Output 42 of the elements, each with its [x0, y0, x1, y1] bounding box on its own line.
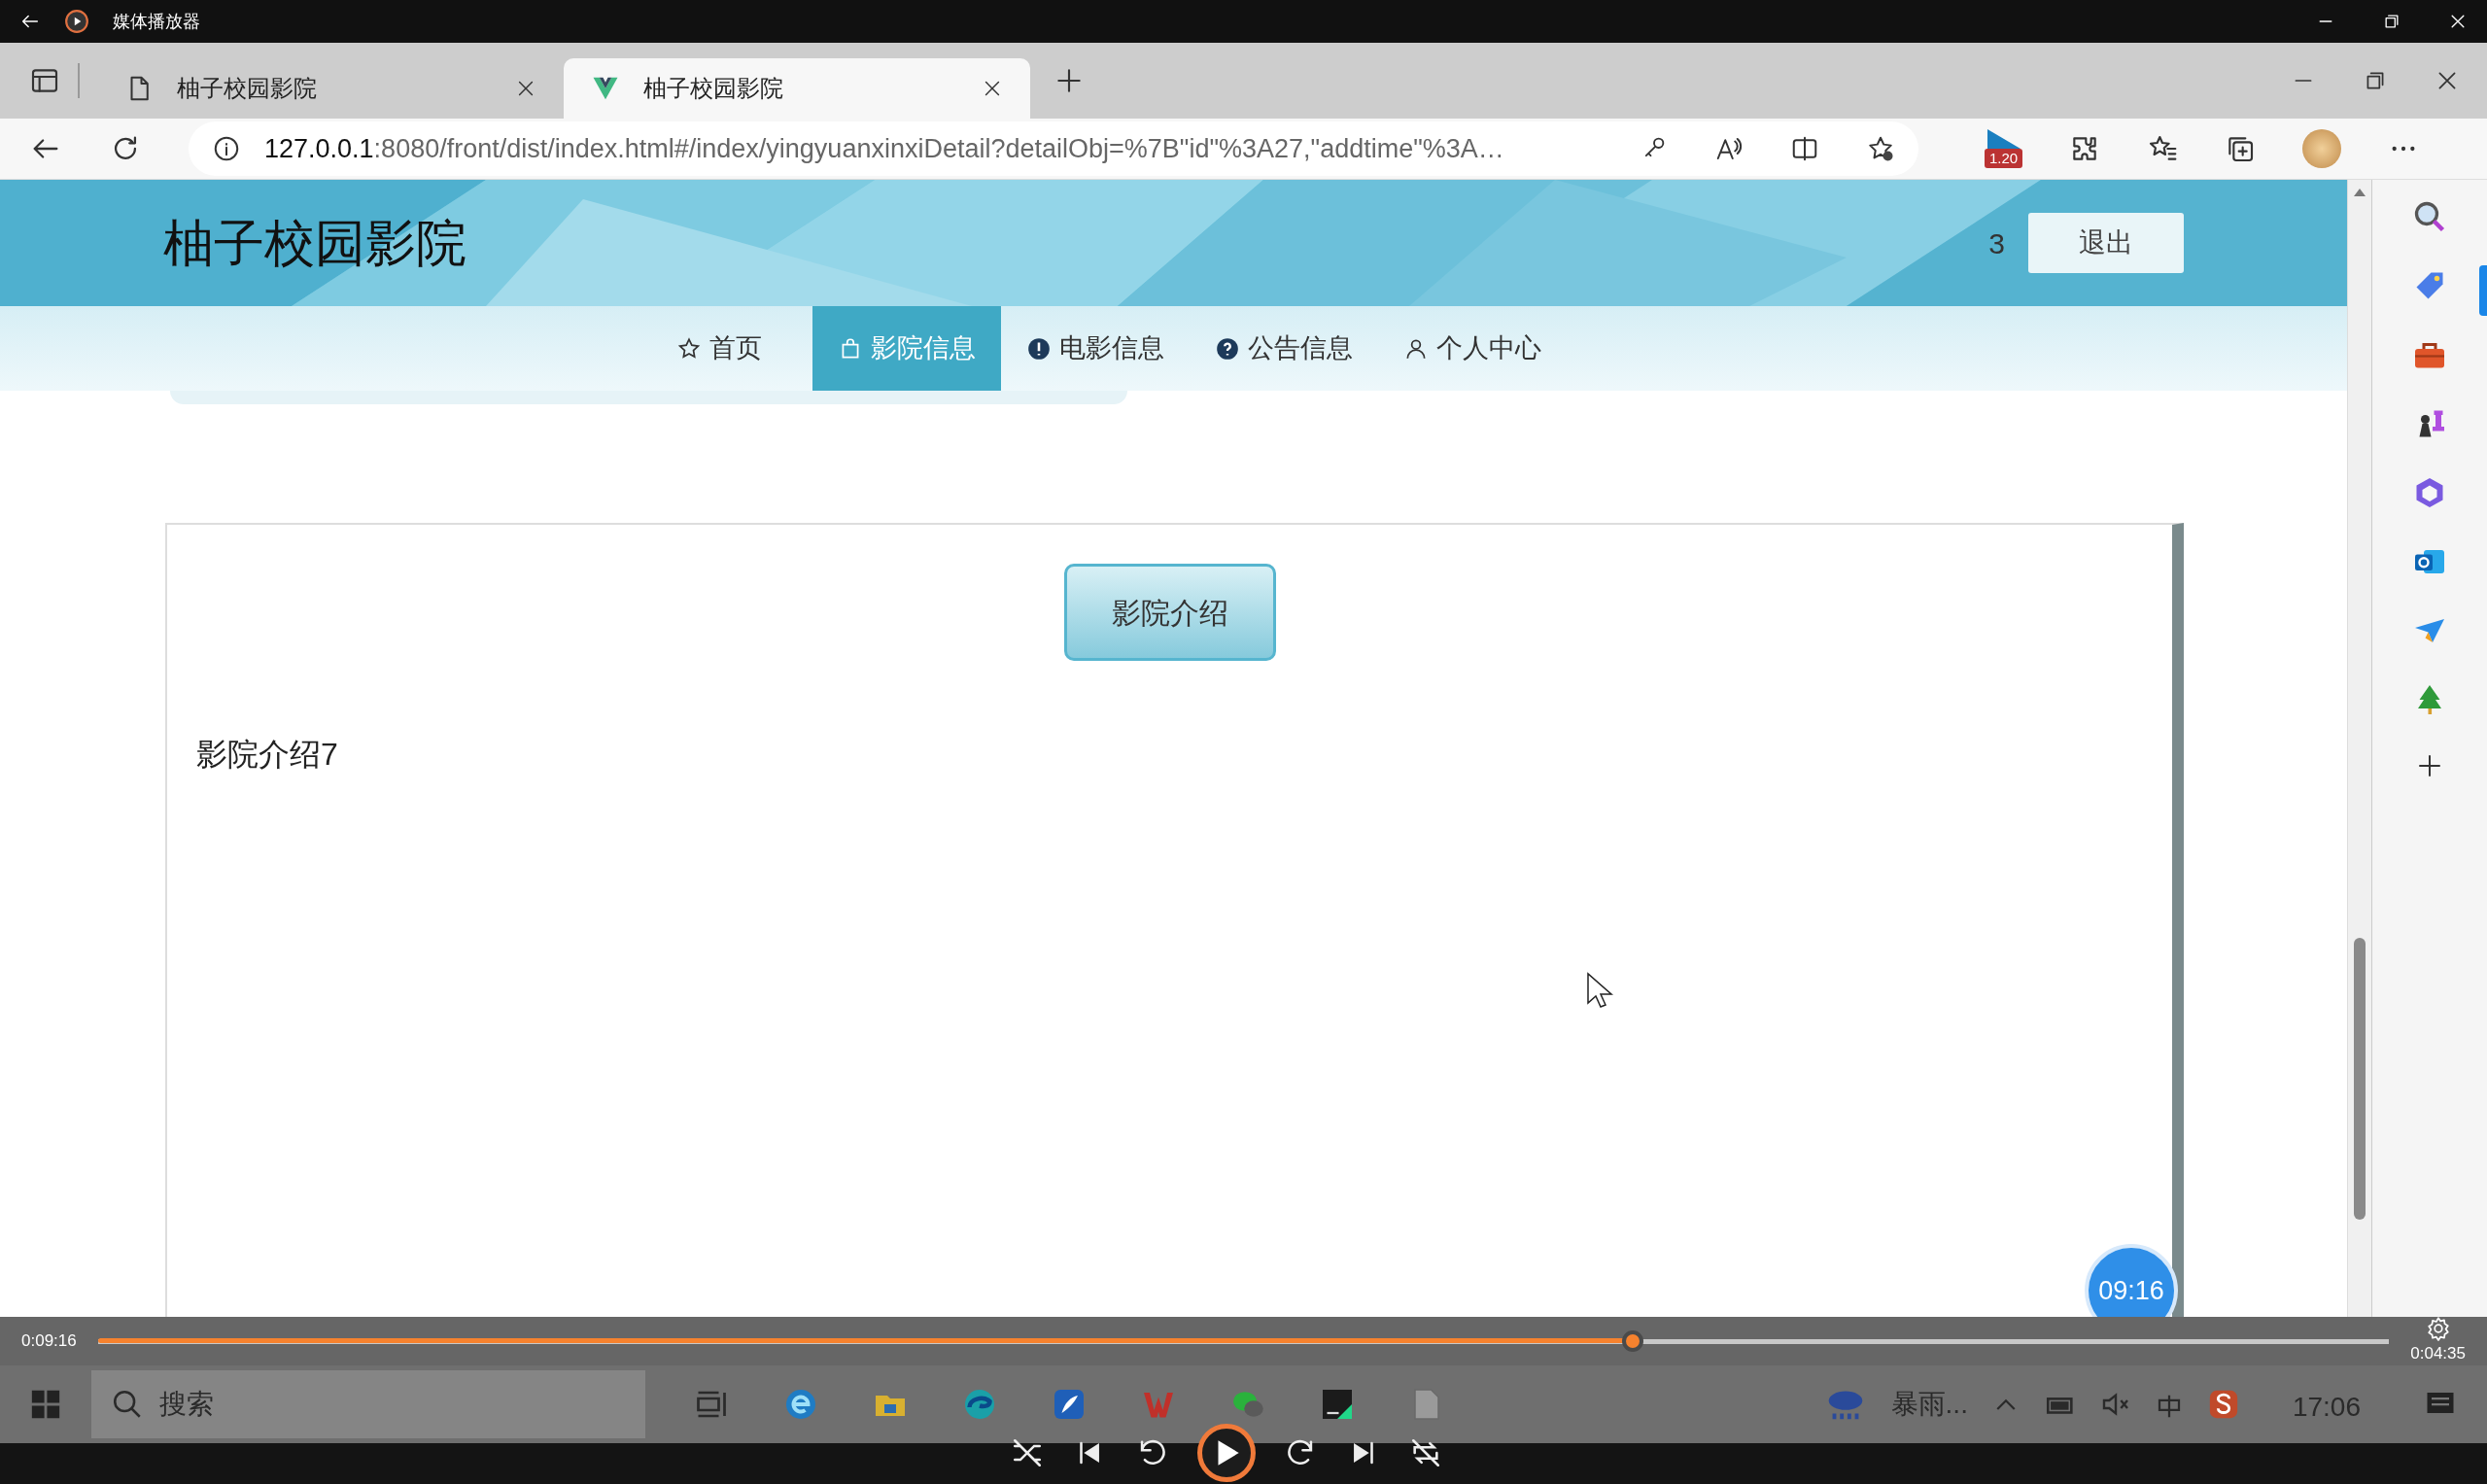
info-icon [212, 134, 241, 163]
e-logo-icon[interactable] [783, 1387, 818, 1422]
split-screen-icon[interactable] [1790, 134, 1819, 163]
shuffle-off-icon[interactable] [1011, 1436, 1044, 1469]
url-text: 127.0.0.1:8080/front/dist/index.html#/index/yingyuanxinxiDetail?detailObj=%7B"id"%3A27,"addtime"%3A… [264, 132, 1504, 165]
windows-logo-icon[interactable] [29, 1388, 62, 1421]
repeat-off-icon[interactable] [1409, 1436, 1442, 1469]
user-name: 3 [1988, 225, 2005, 261]
search-icon[interactable] [2412, 199, 2447, 234]
favorite-add-icon[interactable] [1866, 134, 1895, 163]
address-field[interactable]: 127.0.0.1:8080/front/dist/index.html#/index/yingyuanxinxiDetail?detailObj=%7B"id"%3A27,"addtime"%3A… [189, 121, 1918, 176]
pc-logo-icon[interactable] [1320, 1387, 1355, 1422]
browser-tab[interactable]: 柚子校园影院 [97, 58, 564, 119]
active-indicator [2479, 265, 2487, 316]
star-icon [675, 335, 702, 362]
elapsed-time: 0:09:16 [21, 1330, 77, 1353]
search-placeholder: 搜索 [159, 1388, 214, 1421]
nav-tab[interactable]: 首页 [625, 306, 812, 391]
cursor-icon [1586, 972, 1613, 1011]
nav-tab[interactable]: 电影信息 [1000, 306, 1190, 391]
window-title: 媒体播放器 [113, 10, 200, 33]
logout-button[interactable]: 退出 [2028, 213, 2184, 273]
help-icon [1214, 335, 1240, 362]
search-field[interactable]: 搜索 [91, 1370, 645, 1438]
flag-extension-icon[interactable] [1986, 129, 2021, 149]
browser-tab[interactable]: 柚子校园影院 [564, 58, 1030, 119]
alert-icon [1025, 335, 1052, 362]
scrollbar-thumb[interactable] [2354, 938, 2366, 1220]
browser-logo-icon[interactable] [962, 1387, 997, 1422]
nav-tab[interactable]: 个人中心 [1377, 306, 1567, 391]
play-logo-icon [64, 9, 89, 34]
seek-handle[interactable] [1622, 1330, 1644, 1352]
scroll-up-icon[interactable] [2353, 188, 2366, 197]
section-button[interactable]: 影院介绍 [1063, 564, 1276, 661]
feather-app-icon[interactable] [1052, 1387, 1087, 1422]
weather-text: 暴雨... [1890, 1388, 1968, 1421]
extension-badge: 1.20 [1985, 149, 2023, 168]
remaining-time: 0:04:35 [2410, 1343, 2466, 1365]
settings-icon[interactable] [2425, 1316, 2451, 1342]
content-text: 影院介绍7 [196, 736, 339, 774]
nav-tab[interactable]: 公告信息 [1189, 306, 1378, 391]
site-title: 柚子校园影院 [163, 214, 466, 273]
